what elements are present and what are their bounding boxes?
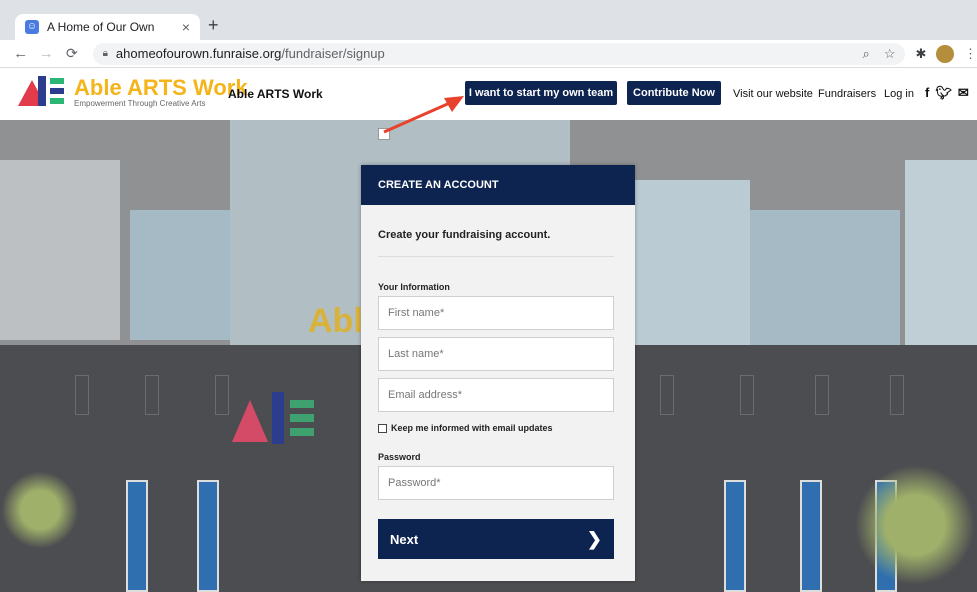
site-favicon-icon: ☺ — [25, 20, 39, 34]
menu-icon[interactable]: ⋮ — [964, 46, 977, 62]
zoom-icon[interactable]: ⌕ — [863, 46, 870, 62]
last-name-field[interactable] — [378, 337, 614, 371]
site-logo[interactable]: Able ARTS Work Empowerment Through Creat… — [18, 76, 248, 108]
url-path: /fundraiser/signup — [281, 46, 385, 61]
logo-tagline: Empowerment Through Creative Arts — [74, 98, 206, 108]
twitter-icon[interactable]: 🐦︎ — [935, 85, 952, 101]
annotation-arrow-icon — [383, 96, 464, 134]
building-logo-bar — [272, 392, 284, 444]
visit-website-link[interactable]: Visit our website — [733, 88, 813, 100]
fundraisers-link[interactable]: Fundraisers — [818, 88, 876, 100]
tab-title: A Home of Our Own — [47, 20, 155, 34]
able-logo-icon — [18, 76, 68, 108]
new-tab-button[interactable]: + — [208, 15, 219, 36]
divider — [378, 256, 614, 257]
building-logo-stripes — [290, 400, 314, 440]
org-name: Able ARTS Work — [228, 87, 323, 101]
login-link[interactable]: Log in — [884, 88, 914, 100]
facebook-icon[interactable]: f — [925, 85, 929, 101]
create-account-card: CREATE AN ACCOUNT Create your fundraisin… — [361, 165, 635, 581]
back-icon[interactable]: ← — [10, 45, 32, 62]
next-label: Next — [390, 531, 419, 547]
logo-name: Able ARTS Work — [74, 74, 248, 100]
start-team-button[interactable]: I want to start my own team — [465, 81, 617, 105]
profile-avatar[interactable] — [936, 44, 954, 63]
browser-toolbar: ← → ⟳ 🔒︎ ahomeofourown.funraise.org/fund… — [0, 40, 977, 68]
keep-informed-checkbox[interactable] — [378, 423, 387, 433]
chevron-right-icon: ❯ — [586, 528, 602, 549]
email-field[interactable] — [378, 378, 614, 412]
card-subtitle: Create your fundraising account. — [378, 229, 551, 241]
browser-tab[interactable]: ☺ A Home of Our Own × — [15, 14, 200, 40]
building-logo-icon — [232, 400, 268, 442]
lock-icon[interactable]: 🔒︎ — [103, 48, 108, 59]
contribute-button[interactable]: Contribute Now — [627, 81, 721, 105]
extensions-icon[interactable]: ✱ — [915, 46, 926, 62]
your-information-label: Your Information — [378, 282, 450, 292]
site-header: Able ARTS Work Empowerment Through Creat… — [0, 68, 977, 120]
browser-tab-bar: ☺ A Home of Our Own × + — [0, 0, 977, 40]
social-links: f 🐦︎ ✉ — [925, 85, 969, 101]
keep-informed-row[interactable]: Keep me informed with email updates — [378, 423, 553, 433]
card-header: CREATE AN ACCOUNT — [361, 165, 635, 205]
star-icon[interactable]: ☆ — [884, 46, 896, 62]
close-tab-icon[interactable]: × — [182, 19, 190, 35]
email-icon[interactable]: ✉ — [958, 85, 969, 101]
address-bar[interactable]: 🔒︎ ahomeofourown.funraise.org/fundraiser… — [92, 42, 906, 65]
forward-icon[interactable]: → — [36, 45, 58, 62]
password-label: Password — [378, 452, 421, 462]
password-field[interactable] — [378, 466, 614, 500]
first-name-field[interactable] — [378, 296, 614, 330]
next-button[interactable]: Next ❯ — [378, 519, 614, 559]
keep-informed-label: Keep me informed with email updates — [391, 423, 553, 433]
url-domain: ahomeofourown.funraise.org — [115, 46, 282, 61]
reload-icon[interactable]: ⟳ — [61, 45, 83, 62]
building-sign-text: Abl — [308, 302, 363, 340]
